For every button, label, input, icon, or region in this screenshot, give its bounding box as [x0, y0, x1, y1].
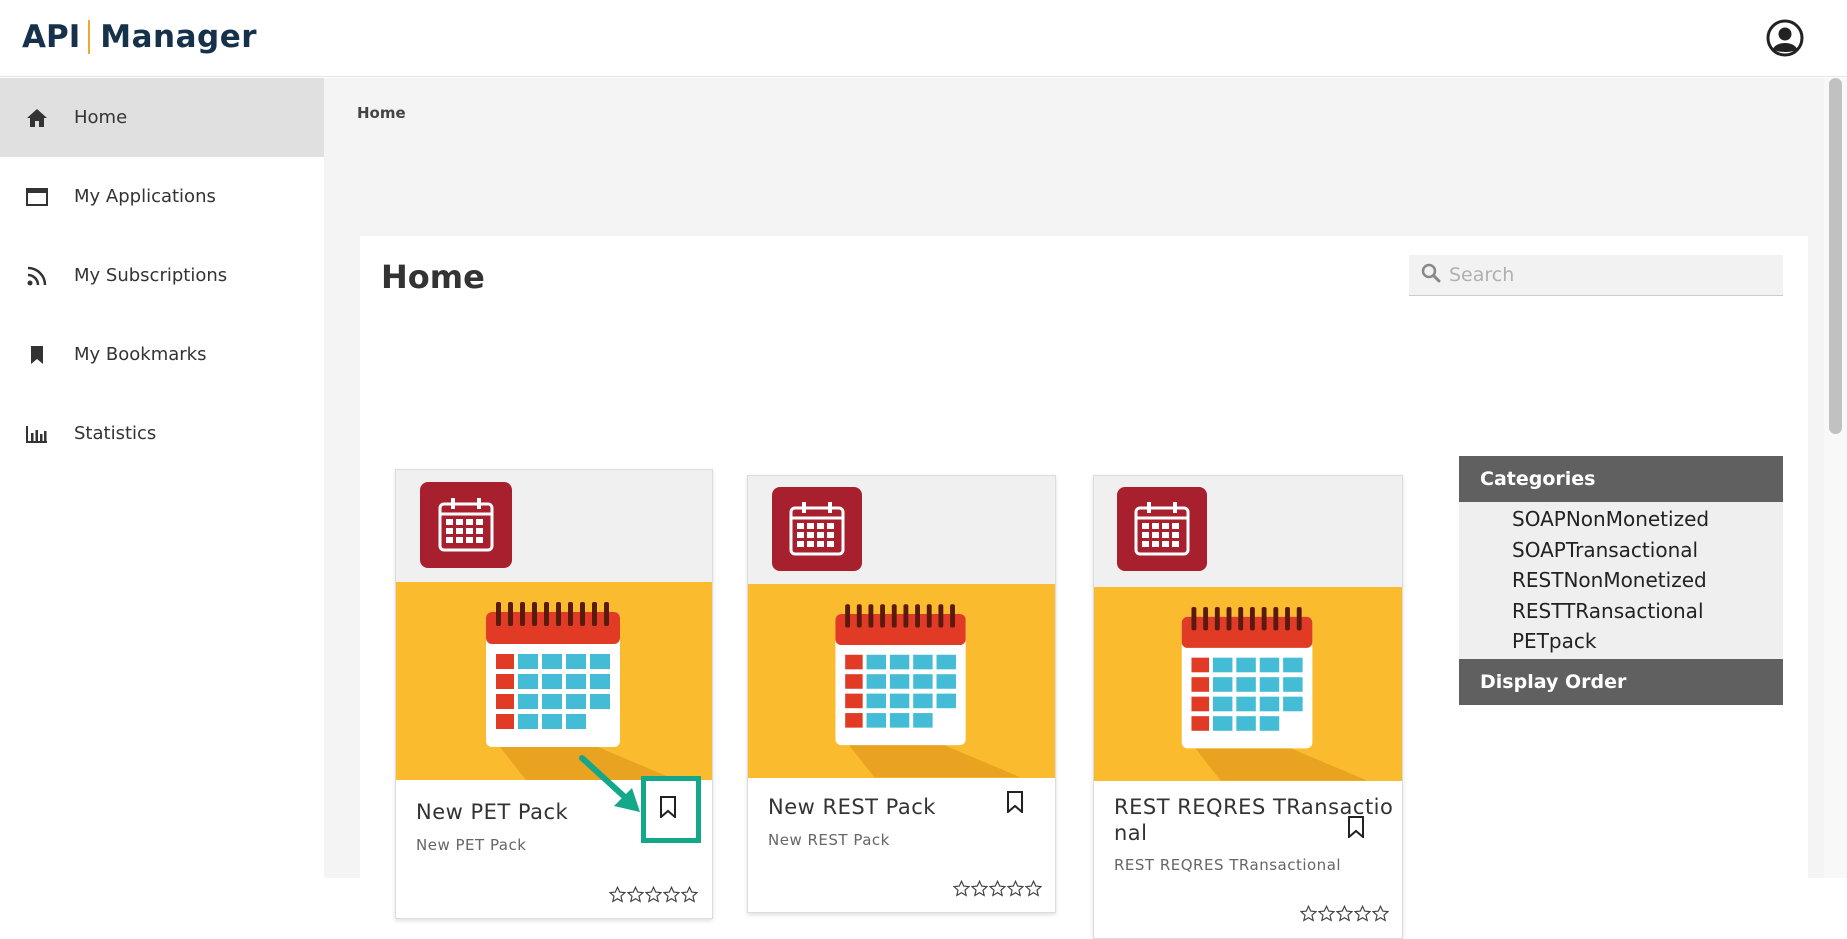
card-title[interactable]: New REST Pack: [768, 794, 936, 820]
sidebar-item-label: My Subscriptions: [74, 265, 228, 286]
star-empty-icon: [663, 886, 680, 903]
api-card-new-rest-pack[interactable]: New REST Pack New REST Pack: [747, 475, 1056, 913]
categories-list: SOAPNonMonetized SOAPTransactional RESTN…: [1459, 502, 1783, 659]
card-title[interactable]: New PET Pack: [416, 799, 568, 825]
bookmark-button[interactable]: [1003, 789, 1027, 815]
sidebar-item-label: My Bookmarks: [74, 344, 207, 365]
sidebar-item-my-bookmarks[interactable]: My Bookmarks: [0, 315, 324, 394]
star-empty-icon: [681, 886, 698, 903]
rating-stars[interactable]: [1300, 905, 1389, 922]
logo-api-text: API: [22, 19, 81, 55]
search-input[interactable]: [1449, 264, 1769, 286]
card-subtitle: New REST Pack: [768, 831, 890, 849]
annotation-arrow-icon: [579, 755, 640, 812]
app-logo[interactable]: API Manager: [22, 14, 257, 60]
star-empty-icon: [627, 886, 644, 903]
home-icon: [26, 107, 48, 129]
sidebar-item-statistics[interactable]: Statistics: [0, 394, 324, 473]
star-empty-icon: [609, 886, 626, 903]
star-empty-icon: [1025, 880, 1042, 897]
card-banner-image: [748, 584, 1055, 778]
bookmark-highlight-box: [641, 776, 701, 843]
categories-heading[interactable]: Categories: [1459, 456, 1783, 502]
calendar-small-icon: [772, 487, 862, 571]
categories-panel: Categories SOAPNonMonetized SOAPTransact…: [1459, 456, 1783, 705]
sidebar: Home My Applications My Subscriptions My…: [0, 78, 324, 878]
bookmark-outline-icon: [1348, 816, 1364, 838]
home-panel: Home Search New PET Pack New PET Pack Ne…: [360, 236, 1808, 939]
calendar-small-icon: [1117, 487, 1207, 571]
star-empty-icon: [1318, 905, 1335, 922]
category-item[interactable]: SOAPNonMonetized: [1459, 504, 1783, 535]
star-empty-icon: [645, 886, 662, 903]
star-empty-icon: [1372, 905, 1389, 922]
card-subtitle: REST REQRES TRansactional: [1114, 856, 1342, 874]
sidebar-item-home[interactable]: Home: [0, 78, 324, 157]
bookmark-button[interactable]: [1344, 814, 1368, 840]
main-content: Home Home Search New PET Pack New PET Pa…: [324, 78, 1824, 939]
category-item[interactable]: RESTNonMonetized: [1459, 565, 1783, 596]
star-empty-icon: [1354, 905, 1371, 922]
star-empty-icon: [1336, 905, 1353, 922]
api-card-rest-reqres-transactional[interactable]: REST REQRES TRansactio nal REST REQRES T…: [1093, 475, 1403, 939]
sidebar-item-label: Home: [74, 107, 128, 128]
star-empty-icon: [1007, 880, 1024, 897]
breadcrumb[interactable]: Home: [357, 104, 406, 122]
rating-stars[interactable]: [609, 886, 698, 903]
bar-chart-icon: [26, 423, 48, 445]
category-item[interactable]: RESTTRansactional: [1459, 596, 1783, 627]
api-card-new-pet-pack[interactable]: New PET Pack New PET Pack: [395, 469, 713, 919]
page-title: Home: [381, 258, 485, 296]
star-empty-icon: [971, 880, 988, 897]
card-banner-image: [396, 582, 712, 780]
sidebar-item-my-subscriptions[interactable]: My Subscriptions: [0, 236, 324, 315]
rating-stars[interactable]: [953, 880, 1042, 897]
rss-icon: [26, 265, 48, 287]
sidebar-item-my-applications[interactable]: My Applications: [0, 157, 324, 236]
calendar-small-icon: [420, 482, 512, 568]
card-banner-image: [1094, 587, 1402, 781]
page-scrollbar-thumb[interactable]: [1829, 78, 1842, 434]
bookmark-outline-icon: [1007, 791, 1023, 813]
category-item[interactable]: SOAPTransactional: [1459, 535, 1783, 566]
star-empty-icon: [1300, 905, 1317, 922]
category-item[interactable]: PETpack: [1459, 626, 1783, 657]
search-box[interactable]: [1409, 255, 1783, 296]
user-avatar-icon[interactable]: [1766, 19, 1804, 57]
search-icon: [1421, 263, 1441, 287]
sidebar-item-label: My Applications: [74, 186, 216, 207]
star-empty-icon: [953, 880, 970, 897]
window-icon: [26, 186, 48, 208]
logo-separator: [88, 20, 91, 54]
sidebar-item-label: Statistics: [74, 423, 157, 444]
card-subtitle: New PET Pack: [416, 836, 527, 854]
star-empty-icon: [989, 880, 1006, 897]
top-bar: API Manager: [0, 0, 1847, 77]
bookmark-icon: [26, 344, 48, 366]
display-order-heading[interactable]: Display Order: [1459, 658, 1783, 705]
logo-manager-text: Manager: [100, 19, 258, 55]
